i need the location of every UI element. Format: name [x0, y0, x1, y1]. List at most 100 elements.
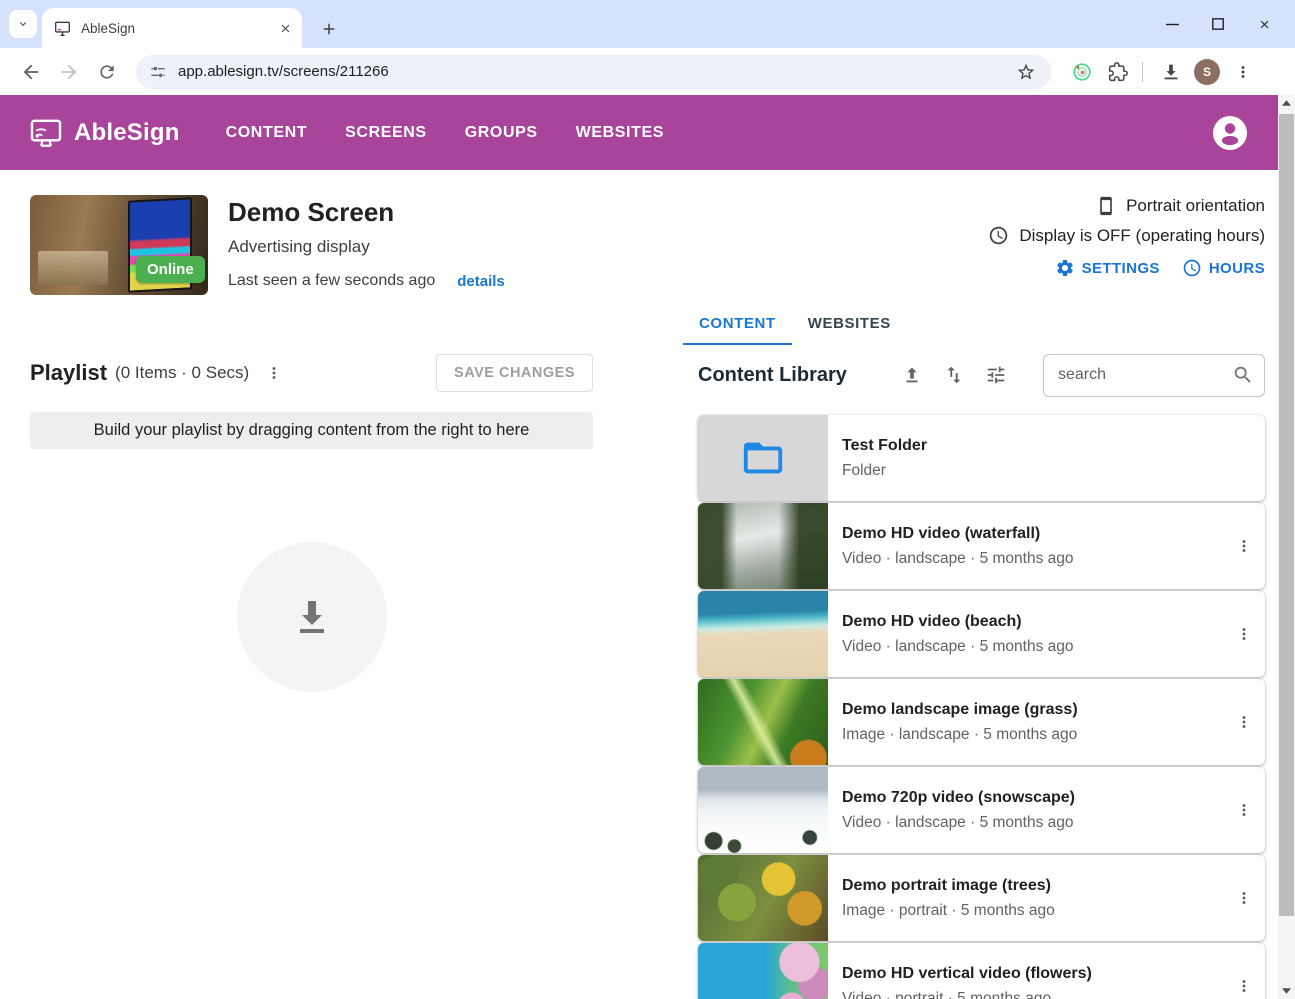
extensions-puzzle-icon[interactable]	[1102, 56, 1134, 88]
back-button[interactable]	[14, 55, 48, 89]
browser-profile-avatar[interactable]: S	[1191, 56, 1223, 88]
details-link[interactable]: details	[457, 273, 505, 290]
window-minimize-button[interactable]	[1149, 0, 1195, 48]
item-menu-icon[interactable]	[1235, 625, 1253, 643]
search-input[interactable]	[1058, 366, 1226, 384]
favicon-monitor-icon	[54, 21, 71, 36]
library-item-title: Demo portrait image (trees)	[842, 877, 1055, 895]
library-item-meta: Image · landscape · 5 months ago	[842, 726, 1078, 744]
item-menu-icon[interactable]	[1235, 801, 1253, 819]
app-nav: CONTENT SCREENS GROUPS WEBSITES	[226, 124, 702, 142]
reload-button[interactable]	[90, 55, 124, 89]
playlist-meta: (0 Items · 0 Secs)	[115, 363, 249, 383]
sort-icon[interactable]	[939, 360, 969, 390]
window-maximize-button[interactable]	[1195, 0, 1241, 48]
nav-item-content[interactable]: CONTENT	[226, 124, 308, 142]
nav-item-screens[interactable]: SCREENS	[345, 124, 427, 142]
folder-icon	[740, 435, 786, 481]
display-status-text: Display is OFF (operating hours)	[1019, 226, 1265, 246]
library-item-thumbnail	[698, 943, 828, 999]
library-item-meta: Video · landscape · 5 months ago	[842, 638, 1074, 656]
hours-label: HOURS	[1209, 260, 1265, 277]
item-menu-icon[interactable]	[1235, 537, 1253, 555]
forward-button[interactable]	[52, 55, 86, 89]
orientation-text: Portrait orientation	[1126, 196, 1265, 216]
extension-badge-icon[interactable]	[1066, 56, 1098, 88]
browser-menu-icon[interactable]	[1227, 56, 1259, 88]
library-item[interactable]: Demo 720p video (snowscape) Video · land…	[698, 767, 1265, 853]
downloads-icon[interactable]	[1155, 56, 1187, 88]
library-item-title: Demo 720p video (snowscape)	[842, 789, 1075, 807]
tab-search-chevron-icon[interactable]	[9, 10, 37, 38]
account-avatar-icon[interactable]	[1212, 115, 1248, 151]
save-changes-button[interactable]: SAVE CHANGES	[436, 354, 593, 392]
nav-item-websites[interactable]: WEBSITES	[576, 124, 664, 142]
item-menu-icon[interactable]	[1235, 713, 1253, 731]
library-item-title: Test Folder	[842, 437, 927, 455]
library-list: Test Folder Folder Demo HD video (waterf…	[698, 415, 1265, 999]
window-close-button[interactable]	[1241, 0, 1287, 48]
browser-tab-strip: AbleSign	[0, 0, 1295, 48]
gear-icon	[1055, 258, 1075, 278]
download-drop-icon	[288, 593, 336, 641]
browser-tab[interactable]: AbleSign	[42, 8, 302, 48]
library-item-thumbnail	[698, 767, 828, 853]
scrollbar-thumb[interactable]	[1279, 114, 1294, 916]
toolbar-divider	[1142, 62, 1143, 82]
ablesign-logo-icon	[30, 119, 62, 147]
browser-toolbar: app.ablesign.tv/screens/211266 S	[0, 48, 1295, 95]
url-text[interactable]: app.ablesign.tv/screens/211266	[178, 63, 1006, 80]
library-item-thumbnail	[698, 855, 828, 941]
hours-button[interactable]: HOURS	[1182, 258, 1265, 278]
app-navbar: AbleSign CONTENT SCREENS GROUPS WEBSITES	[0, 95, 1278, 170]
scrollbar-down-arrow[interactable]	[1278, 983, 1295, 999]
hours-clock-icon	[1182, 258, 1202, 278]
tab-websites[interactable]: WEBSITES	[792, 305, 907, 345]
library-item-meta: Video · landscape · 5 months ago	[842, 814, 1075, 832]
playlist-empty-hint: Build your playlist by dragging content …	[30, 412, 593, 449]
playlist-title: Playlist	[30, 360, 107, 386]
page-title: Demo Screen	[228, 197, 505, 228]
brand[interactable]: AbleSign	[30, 119, 180, 147]
library-item-title: Demo HD video (beach)	[842, 613, 1074, 631]
url-bar[interactable]: app.ablesign.tv/screens/211266	[136, 55, 1052, 89]
screen-subtitle: Advertising display	[228, 237, 505, 257]
library-item[interactable]: Demo HD video (beach) Video · landscape …	[698, 591, 1265, 677]
site-info-icon[interactable]	[150, 64, 166, 80]
bookmark-star-icon[interactable]	[1010, 56, 1042, 88]
library-title: Content Library	[698, 364, 847, 387]
screen-thumbnail-photo[interactable]: Online	[30, 195, 208, 295]
playlist-panel: Playlist (0 Items · 0 Secs) SAVE CHANGES…	[30, 353, 593, 999]
upload-icon[interactable]	[897, 360, 927, 390]
library-item-thumbnail	[698, 679, 828, 765]
item-menu-icon[interactable]	[1235, 889, 1253, 907]
nav-item-groups[interactable]: GROUPS	[465, 124, 538, 142]
content-library-panel: Content Library	[698, 353, 1265, 999]
library-item-meta: Video · landscape · 5 months ago	[842, 550, 1074, 568]
scrollbar-up-arrow[interactable]	[1278, 95, 1295, 111]
settings-button[interactable]: SETTINGS	[1055, 258, 1160, 278]
status-badge: Online	[136, 256, 205, 283]
library-item-thumbnail	[698, 503, 828, 589]
filter-tune-icon[interactable]	[981, 360, 1011, 390]
library-item[interactable]: Demo portrait image (trees) Image · port…	[698, 855, 1265, 941]
search-box[interactable]	[1043, 354, 1265, 397]
library-item[interactable]: Test Folder Folder	[698, 415, 1265, 501]
portrait-orientation-icon	[1096, 195, 1116, 217]
library-item-title: Demo HD vertical video (flowers)	[842, 965, 1092, 983]
new-tab-button[interactable]	[320, 20, 338, 38]
item-menu-icon[interactable]	[1235, 977, 1253, 995]
screen-header: Online Demo Screen Advertising display L…	[0, 170, 1295, 295]
tab-close-icon[interactable]	[276, 19, 294, 37]
page-scrollbar[interactable]	[1278, 95, 1295, 999]
tab-content[interactable]: CONTENT	[683, 305, 792, 345]
search-icon[interactable]	[1232, 364, 1254, 386]
playlist-menu-icon[interactable]	[265, 364, 283, 382]
brand-name: AbleSign	[74, 119, 180, 147]
library-item[interactable]: Demo HD vertical video (flowers) Video ·…	[698, 943, 1265, 999]
library-item-thumbnail	[698, 591, 828, 677]
library-item-meta: Video · portrait · 5 months ago	[842, 990, 1092, 999]
library-item[interactable]: Demo HD video (waterfall) Video · landsc…	[698, 503, 1265, 589]
library-item[interactable]: Demo landscape image (grass) Image · lan…	[698, 679, 1265, 765]
playlist-dropzone[interactable]	[237, 542, 387, 692]
